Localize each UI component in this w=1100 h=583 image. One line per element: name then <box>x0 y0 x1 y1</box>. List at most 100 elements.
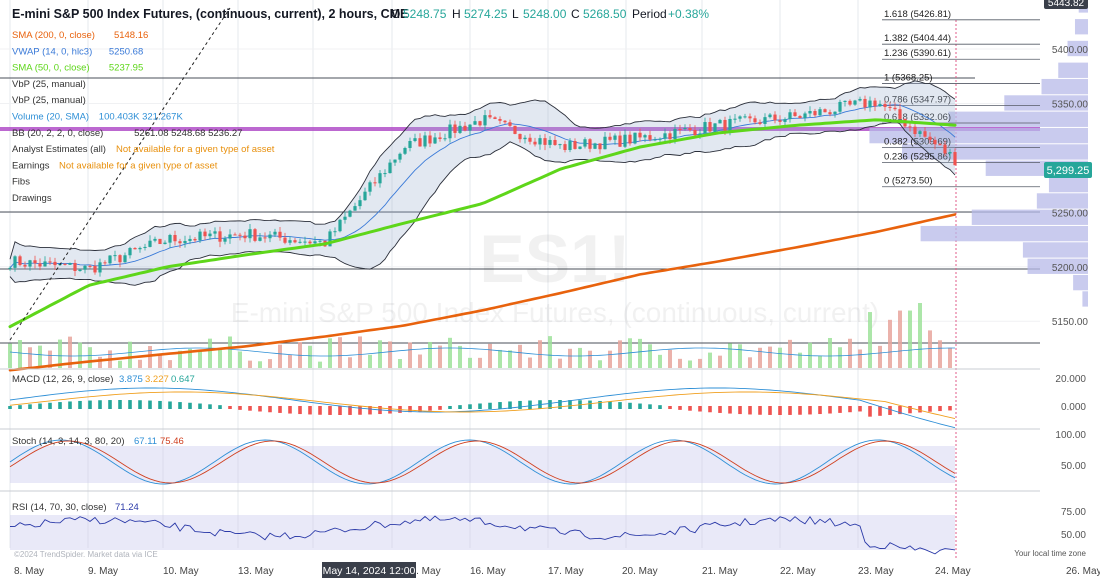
candle-body <box>833 111 837 115</box>
time-tick-label: 16. May <box>470 566 506 577</box>
candle-body <box>128 248 132 256</box>
copyright-text: ©2024 TrendSpider. Market data via ICE <box>14 550 158 559</box>
macd-histogram-bar <box>498 402 502 409</box>
period-change: +0.38% <box>668 7 709 21</box>
macd-histogram-bar <box>188 402 192 409</box>
candle-body <box>823 109 827 113</box>
macd-histogram-bar <box>768 406 772 415</box>
candle-body <box>338 219 342 232</box>
candle-body <box>723 119 727 131</box>
volume-bar <box>678 358 682 368</box>
candle-body <box>463 125 467 131</box>
macd-histogram-bar <box>668 406 672 410</box>
macd-histogram-bar <box>178 402 182 409</box>
candle-body <box>923 131 927 137</box>
macd-histogram-bar <box>798 406 802 415</box>
macd-histogram-bar <box>198 403 202 409</box>
candle-body <box>28 260 32 267</box>
candle-body <box>123 255 127 263</box>
candle-body <box>688 128 692 131</box>
candle-body <box>818 109 822 116</box>
volume-bar <box>848 338 852 368</box>
volume-bar <box>8 343 12 368</box>
candle-body <box>873 100 877 107</box>
volume-bar <box>518 344 522 368</box>
volume-bar <box>528 357 532 368</box>
current-price-badge-text: 5,299.25 <box>1047 165 1090 177</box>
volume-bar <box>318 361 322 368</box>
time-tick-label: 10. May <box>163 566 199 577</box>
candle-body <box>943 144 947 154</box>
candle-body <box>858 98 862 101</box>
volume-profile-bar <box>1022 242 1088 258</box>
time-tick-label: 23. May <box>858 566 894 577</box>
volume-bar <box>568 348 572 368</box>
candle-body <box>213 231 217 234</box>
candle-body <box>693 130 697 136</box>
macd-histogram-bar <box>98 400 102 409</box>
candle-body <box>358 200 362 207</box>
candle-body <box>563 144 567 151</box>
volume-bar <box>688 360 692 368</box>
volume-bar <box>888 319 892 368</box>
price-tick-label: 5350.00 <box>1052 99 1089 110</box>
macd-histogram-bar <box>288 406 292 414</box>
candle-body <box>393 159 397 163</box>
timezone-label[interactable]: Your local time zone <box>1014 549 1086 558</box>
candle-body <box>73 263 77 271</box>
volume-bar <box>558 358 562 368</box>
candle-body <box>133 248 137 250</box>
candle-body <box>508 122 512 126</box>
volume-bar <box>338 337 342 368</box>
watermark-name: E-mini S&P 500 Index Futures, (continuou… <box>231 297 879 328</box>
candle-body <box>153 238 157 241</box>
macd-histogram-bar <box>698 406 702 412</box>
candle-body <box>53 261 57 266</box>
macd-histogram-bar <box>328 406 332 415</box>
candle-body <box>733 118 737 120</box>
macd-histogram-bar <box>428 406 432 411</box>
candle-body <box>578 146 582 149</box>
macd-histogram-bar <box>628 402 632 409</box>
candle-body <box>193 238 197 241</box>
candle-body <box>188 238 192 241</box>
price-tick-label: 5200.00 <box>1052 263 1089 274</box>
candle-body <box>623 134 627 147</box>
macd-histogram-bar <box>678 406 682 410</box>
candle-body <box>908 126 912 128</box>
macd-histogram-bar <box>88 400 92 409</box>
volume-bar <box>748 357 752 368</box>
candle-body <box>203 231 207 237</box>
trading-chart[interactable]: ES1! E-mini S&P 500 Index Futures, (cont… <box>0 0 1100 578</box>
indicator-value: 5237.95 <box>109 63 143 74</box>
candle-body <box>148 240 152 247</box>
volume-bar <box>718 355 722 368</box>
volume-bar <box>168 360 172 368</box>
macd-histogram-bar <box>388 406 392 414</box>
macd-histogram-bar <box>708 406 712 413</box>
volume-bar <box>488 343 492 368</box>
volume-bar <box>258 361 262 368</box>
candle-body <box>418 138 422 147</box>
candle-body <box>423 135 427 147</box>
volume-bar <box>728 343 732 368</box>
indicator-name: VbP (25, manual) <box>12 79 86 90</box>
macd-histogram-bar <box>318 406 322 415</box>
volume-bar <box>438 345 442 368</box>
volume-profile-bar <box>1036 193 1088 209</box>
candle-body <box>273 231 277 235</box>
candle-body <box>283 237 287 243</box>
macd-histogram-bar <box>568 400 572 409</box>
macd-histogram-bar <box>108 400 112 409</box>
candle-body <box>208 233 212 237</box>
candle-body <box>663 133 667 139</box>
macd-histogram-bar <box>848 406 852 413</box>
macd-histogram-bar <box>438 406 442 410</box>
macd-histogram-bar <box>658 405 662 409</box>
volume-bar <box>478 357 482 368</box>
close-value: 5268.50 <box>583 7 627 21</box>
volume-profile-bar <box>1048 176 1088 193</box>
macd-histogram-bar <box>278 406 282 413</box>
volume-bar <box>198 350 202 368</box>
candle-body <box>168 234 172 243</box>
